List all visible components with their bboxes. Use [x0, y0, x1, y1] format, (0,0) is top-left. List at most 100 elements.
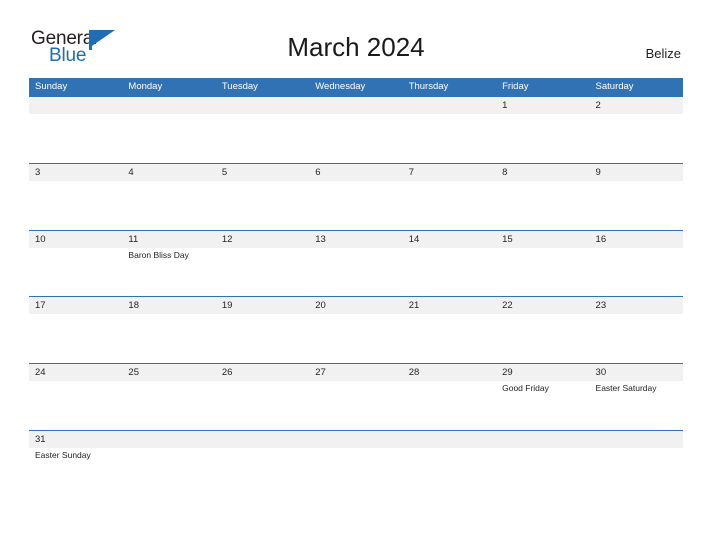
day-number: 30: [595, 367, 607, 379]
day-cell[interactable]: 29 Good Friday: [496, 364, 589, 430]
calendar-page: General Blue March 2024 Belize Sunday Mo…: [0, 0, 712, 550]
week-row: 17 18 19 20 21 22 23: [29, 296, 683, 364]
day-cell[interactable]: 27: [309, 364, 402, 430]
week-row: 3 4 5 6 7 8 9: [29, 162, 683, 230]
day-number: 3: [35, 166, 41, 178]
region-label: Belize: [645, 46, 681, 61]
day-cell[interactable]: 13: [309, 231, 402, 297]
page-title: March 2024: [287, 32, 425, 62]
day-number: [409, 431, 496, 448]
day-number: [222, 431, 309, 448]
day-cell[interactable]: [590, 431, 683, 497]
day-event: Easter Sunday: [35, 449, 91, 460]
weekday-header-row: Sunday Monday Tuesday Wednesday Thursday…: [29, 78, 683, 96]
day-number: [128, 431, 215, 448]
day-number: 9: [595, 166, 601, 178]
day-number: [315, 431, 402, 448]
day-number: [35, 97, 122, 114]
day-number: [222, 97, 309, 114]
day-number: 20: [315, 300, 326, 312]
day-cell[interactable]: 14: [403, 231, 496, 297]
day-cell[interactable]: 12: [216, 231, 309, 297]
day-cell[interactable]: 24: [29, 364, 122, 430]
weekday-header-sunday: Sunday: [35, 81, 68, 92]
day-number: 22: [502, 300, 513, 312]
day-cell[interactable]: 26: [216, 364, 309, 430]
day-cell[interactable]: 4: [122, 164, 215, 230]
day-cell[interactable]: 28: [403, 364, 496, 430]
day-cell[interactable]: 9: [590, 164, 683, 230]
day-number: [315, 97, 402, 114]
day-cell[interactable]: [122, 431, 215, 497]
day-number: 17: [35, 300, 46, 312]
week-row: 31 Easter Sunday: [29, 429, 683, 497]
weekday-header-tuesday: Tuesday: [221, 81, 258, 92]
day-number: 19: [221, 300, 233, 312]
day-number: 7: [408, 166, 414, 178]
day-cell[interactable]: 31 Easter Sunday: [29, 431, 122, 497]
day-cell[interactable]: [122, 97, 215, 163]
week-row: 24 25 26 27 28 29 Good Friday 30 Easter Sa…: [29, 363, 683, 430]
day-number: 24: [35, 367, 46, 379]
day-cell[interactable]: 8: [496, 164, 589, 230]
day-number: 12: [221, 233, 233, 245]
day-cell[interactable]: 16: [590, 231, 683, 297]
day-number: 26: [221, 367, 233, 379]
day-cell[interactable]: 30 Easter Saturday: [590, 364, 683, 430]
day-number: 1: [502, 100, 508, 111]
day-cell[interactable]: [216, 431, 309, 497]
week-row: 1 2: [29, 96, 683, 163]
day-number: 5: [221, 166, 228, 178]
day-number: 4: [128, 166, 134, 178]
day-number: 15: [502, 233, 513, 245]
day-cell[interactable]: 10: [29, 231, 122, 297]
day-cell[interactable]: 15: [496, 231, 589, 297]
weekday-header-saturday: Saturday: [595, 81, 634, 92]
day-cell[interactable]: 20: [309, 297, 402, 363]
day-number: 29: [502, 367, 513, 379]
day-event: Good Friday: [502, 383, 549, 394]
page-header: General Blue March 2024 Belize: [0, 0, 712, 76]
day-event: Baron Bliss Day: [128, 249, 189, 260]
day-number: 25: [128, 367, 139, 379]
day-cell[interactable]: 6: [309, 164, 402, 230]
day-cell[interactable]: 17: [29, 297, 122, 363]
day-event: Easter Saturday: [595, 383, 657, 394]
week-row: 10 11 Baron Bliss Day 12 13 14 15 16: [29, 229, 683, 297]
day-number: 14: [408, 233, 420, 245]
day-number: 11: [128, 233, 139, 245]
day-number: [128, 97, 215, 114]
day-cell[interactable]: [216, 97, 309, 163]
day-number: 16: [595, 233, 607, 245]
day-cell[interactable]: 11 Baron Bliss Day: [122, 231, 215, 297]
day-cell[interactable]: [403, 97, 496, 163]
day-cell[interactable]: [309, 431, 402, 497]
day-cell[interactable]: 21: [403, 297, 496, 363]
day-cell[interactable]: [403, 431, 496, 497]
day-cell[interactable]: [496, 431, 589, 497]
day-cell[interactable]: 22: [496, 297, 589, 363]
day-number: 6: [315, 166, 321, 178]
day-number: 28: [408, 367, 420, 379]
day-number: 8: [502, 166, 508, 178]
day-number: [596, 431, 683, 448]
day-cell[interactable]: 5: [216, 164, 309, 230]
day-cell[interactable]: 1: [496, 97, 589, 163]
day-cell[interactable]: [29, 97, 122, 163]
day-cell[interactable]: 25: [122, 364, 215, 430]
day-number: [502, 431, 589, 448]
weekday-header-monday: Monday: [128, 81, 163, 92]
day-cell[interactable]: 3: [29, 164, 122, 230]
day-cell[interactable]: 19: [216, 297, 309, 363]
day-number: 21: [408, 300, 420, 312]
day-number: 2: [595, 100, 601, 111]
day-cell[interactable]: [309, 97, 402, 163]
day-cell[interactable]: 23: [590, 297, 683, 363]
day-cell[interactable]: 2: [590, 97, 683, 163]
weekday-header-friday: Friday: [502, 81, 529, 92]
day-number: 23: [595, 300, 607, 312]
day-cell[interactable]: 7: [403, 164, 496, 230]
weekday-header-wednesday: Wednesday: [315, 81, 366, 92]
day-number: [409, 97, 496, 114]
day-cell[interactable]: 18: [122, 297, 215, 363]
